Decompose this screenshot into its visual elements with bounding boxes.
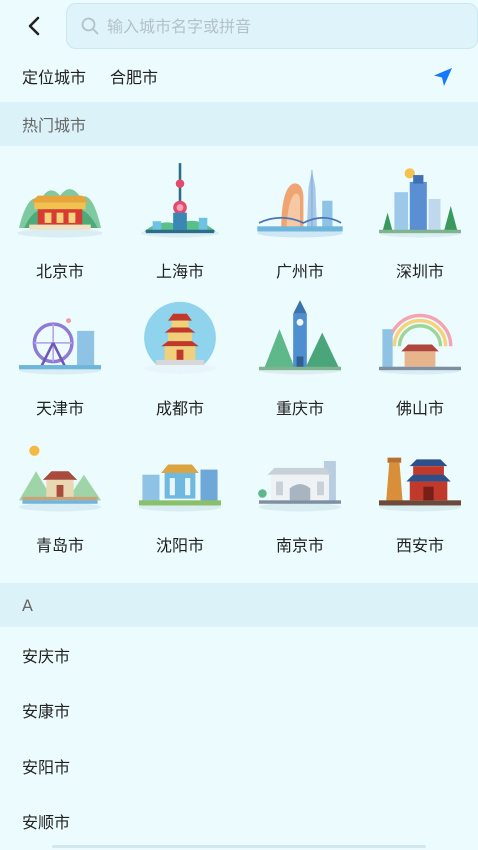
list-item[interactable]: 安阳市 — [0, 738, 478, 794]
hot-city-name: 佛山市 — [395, 399, 444, 418]
hot-city-shenzhen[interactable]: 深圳市 — [360, 146, 478, 282]
list-item[interactable]: 安顺市 — [0, 794, 478, 850]
current-city[interactable]: 合肥市 — [110, 64, 158, 88]
hot-city-chengdu[interactable]: 成都市 — [120, 283, 240, 419]
hot-cities-grid: 北京市 上海市 广州市 深圳市 天津市 成都市 重庆市 佛山市 青岛市 沈阳市 … — [0, 146, 478, 583]
hot-city-name: 南京市 — [275, 536, 324, 555]
hot-city-name: 沈阳市 — [155, 536, 204, 555]
city-list: 安庆市 安康市 安阳市 安顺市 — [0, 627, 478, 849]
list-item[interactable]: 安庆市 — [0, 627, 478, 683]
shanghai-illustration-icon — [140, 163, 220, 238]
hot-city-qingdao[interactable]: 青岛市 — [0, 420, 120, 556]
hot-city-name: 重庆市 — [275, 399, 324, 418]
list-item[interactable]: 安康市 — [0, 683, 478, 739]
search-input[interactable] — [107, 16, 467, 36]
hot-city-name: 深圳市 — [395, 262, 444, 281]
hot-city-shanghai[interactable]: 上海市 — [120, 146, 240, 282]
xian-illustration-icon — [379, 457, 461, 512]
hot-city-xian[interactable]: 西安市 — [360, 420, 478, 556]
index-letter-header: A — [0, 583, 478, 627]
chengdu-illustration-icon — [144, 301, 216, 374]
location-row: 定位城市 合肥市 — [0, 52, 478, 100]
hot-city-name: 青岛市 — [35, 536, 84, 555]
beijing-illustration-icon — [17, 189, 103, 238]
location-label: 定位城市 — [22, 68, 87, 87]
back-button[interactable] — [14, 8, 54, 44]
hot-city-chongqing[interactable]: 重庆市 — [240, 283, 360, 419]
hot-city-tianjin[interactable]: 天津市 — [0, 283, 120, 419]
shenzhen-illustration-icon — [379, 168, 461, 238]
hot-city-name: 天津市 — [35, 399, 84, 418]
qingdao-illustration-icon — [19, 445, 101, 512]
shenyang-illustration-icon — [139, 464, 221, 512]
hot-city-name: 上海市 — [155, 262, 204, 281]
guangzhou-illustration-icon — [257, 169, 343, 238]
hot-city-guangzhou[interactable]: 广州市 — [240, 146, 360, 282]
foshan-illustration-icon — [379, 313, 461, 375]
chevron-left-icon — [28, 16, 40, 36]
hot-city-beijing[interactable]: 北京市 — [0, 146, 120, 282]
chongqing-illustration-icon — [259, 300, 341, 375]
hot-city-foshan[interactable]: 佛山市 — [360, 283, 478, 419]
location-arrow-icon[interactable] — [432, 66, 454, 88]
hot-cities-header: 热门城市 — [0, 102, 478, 146]
hot-city-name: 北京市 — [35, 262, 84, 281]
hot-city-name: 成都市 — [155, 399, 204, 418]
hot-city-name: 广州市 — [275, 262, 324, 281]
bottom-divider — [52, 845, 426, 848]
hot-city-shenyang[interactable]: 沈阳市 — [120, 420, 240, 556]
tianjin-illustration-icon — [19, 318, 101, 375]
hot-city-nanjing[interactable]: 南京市 — [240, 420, 360, 556]
search-icon — [81, 17, 99, 35]
search-box[interactable] — [66, 3, 478, 49]
top-bar — [0, 0, 478, 52]
nanjing-illustration-icon — [258, 461, 341, 512]
hot-city-name: 西安市 — [395, 536, 444, 555]
